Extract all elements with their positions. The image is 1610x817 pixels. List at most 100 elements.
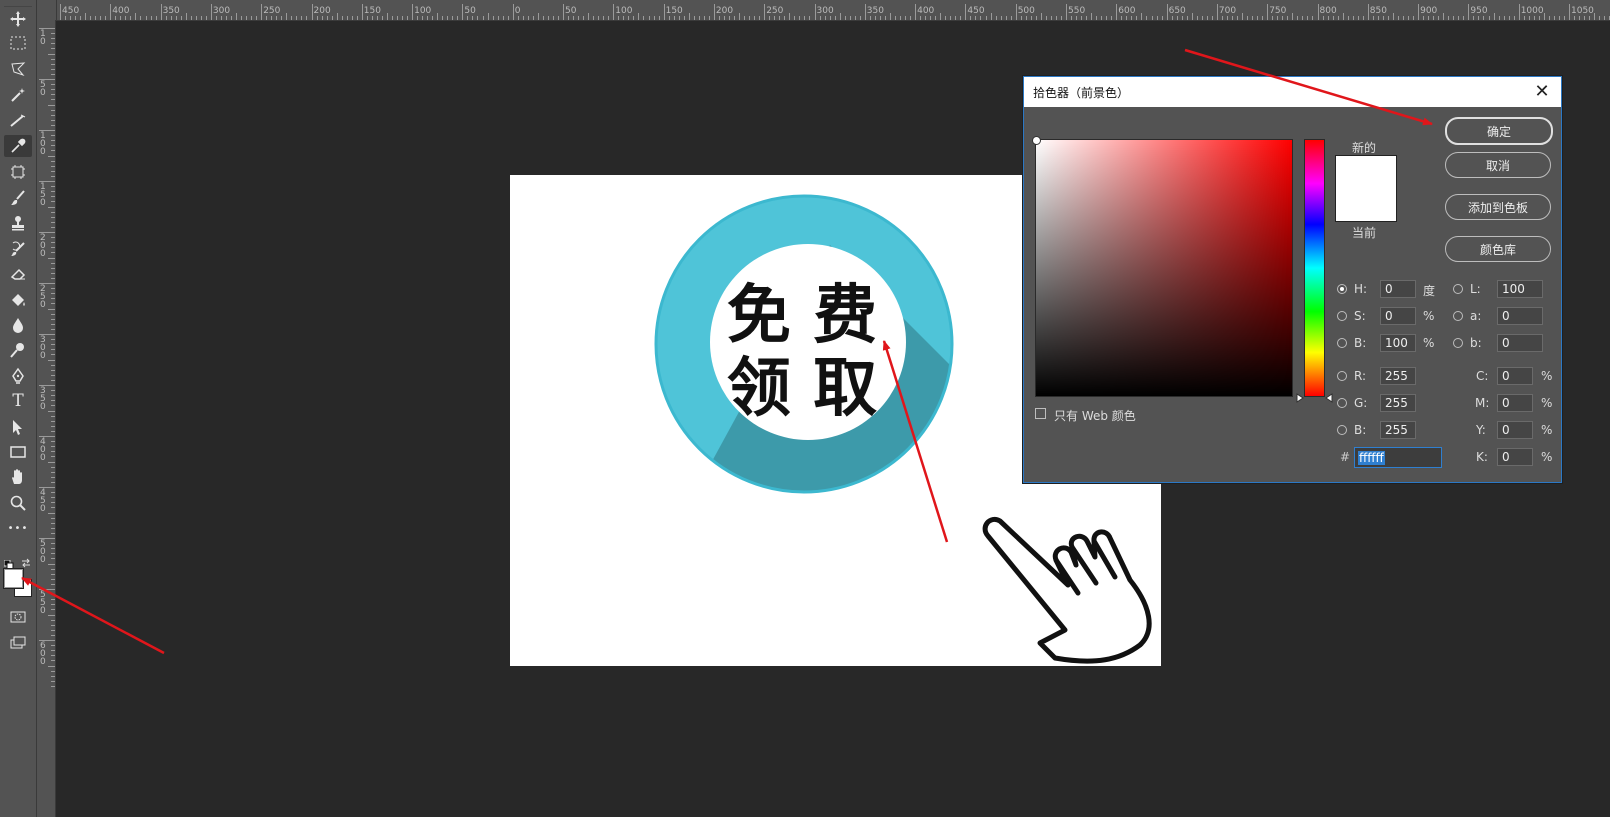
color-field-cursor[interactable] <box>1032 136 1041 145</box>
b-input[interactable]: 100 <box>1380 334 1416 352</box>
ruler-major-tick <box>210 4 212 20</box>
path-selection-icon[interactable] <box>4 416 32 438</box>
ruler-minor-tick <box>175 16 177 20</box>
ruler-minor-tick <box>1382 16 1384 20</box>
ruler-minor-tick <box>1307 16 1309 20</box>
ruler-minor-tick <box>784 16 786 20</box>
ruler-major-tick <box>462 4 464 20</box>
ruler-minor-tick <box>819 16 821 20</box>
ruler-tool-icon[interactable] <box>4 110 32 132</box>
l-label: L: <box>1470 282 1481 296</box>
default-colors-icon[interactable] <box>3 555 14 570</box>
close-icon[interactable]: ✕ <box>1531 81 1553 103</box>
ruler-major-tick <box>1518 4 1520 20</box>
ruler-minor-tick <box>955 16 957 20</box>
ruler-minor-tick <box>120 16 122 20</box>
color-libraries-button[interactable]: 颜色库 <box>1445 236 1551 262</box>
l-input[interactable]: 100 <box>1497 280 1543 298</box>
ruler-minor-tick <box>487 13 489 20</box>
r-input[interactable]: 255 <box>1380 367 1416 385</box>
hue-slider-left-arrow[interactable] <box>1296 388 1304 407</box>
ruler-major-tick <box>1066 4 1067 20</box>
ruler-minor-tick <box>125 16 127 20</box>
blue-radio[interactable] <box>1337 425 1347 435</box>
quick-mask-icon[interactable] <box>4 606 32 628</box>
ruler-minor-tick <box>51 221 55 223</box>
move-tool-icon[interactable] <box>4 8 32 30</box>
ruler-minor-tick <box>1106 16 1108 20</box>
ruler-label: 200 <box>715 6 734 16</box>
h-input[interactable]: 0 <box>1380 280 1416 298</box>
eyedropper-icon[interactable] <box>4 135 32 157</box>
y-unit: % <box>1541 423 1553 437</box>
ruler-minor-tick <box>51 124 55 126</box>
m-input[interactable]: 0 <box>1497 394 1533 412</box>
brush-icon[interactable] <box>4 187 32 209</box>
current-color-swatch[interactable] <box>1335 188 1397 222</box>
blue-input[interactable]: 255 <box>1380 421 1416 439</box>
ruler-minor-tick <box>51 527 55 529</box>
dodge-icon[interactable] <box>4 339 32 361</box>
add-to-swatches-button[interactable]: 添加到色板 <box>1445 194 1551 220</box>
ruler-minor-tick <box>1372 16 1374 20</box>
horizontal-ruler[interactable]: 450 400 350 300 250 200 150 100 50 0 50 100 150 200 25… <box>0 0 1610 21</box>
paint-bucket-icon[interactable] <box>4 289 32 311</box>
dialog-titlebar[interactable]: 拾色器（前景色） ✕ <box>1024 77 1561 107</box>
hue-slider[interactable] <box>1304 139 1325 397</box>
rectangle-icon[interactable] <box>4 441 32 463</box>
cancel-button[interactable]: 取消 <box>1445 152 1551 178</box>
lab-b-radio[interactable] <box>1453 338 1463 348</box>
ok-button[interactable]: 确定 <box>1445 117 1553 145</box>
zoom-icon[interactable] <box>4 492 32 514</box>
type-tool-icon[interactable]: T <box>4 390 32 412</box>
ruler-minor-tick <box>542 16 544 20</box>
ruler-minor-tick <box>960 16 962 20</box>
pen-icon[interactable] <box>4 365 32 387</box>
y-input[interactable]: 0 <box>1497 421 1533 439</box>
ruler-minor-tick <box>48 155 55 157</box>
blur-icon[interactable] <box>4 314 32 336</box>
b-radio[interactable] <box>1337 338 1347 348</box>
swap-colors-icon[interactable] <box>20 554 32 568</box>
h-radio[interactable] <box>1337 284 1347 294</box>
r-radio[interactable] <box>1337 371 1347 381</box>
c-input[interactable]: 0 <box>1497 367 1533 385</box>
lab-b-input[interactable]: 0 <box>1497 334 1543 352</box>
g-input[interactable]: 255 <box>1380 394 1416 412</box>
ruler-minor-tick <box>241 16 243 20</box>
ruler-minor-tick <box>975 16 977 20</box>
tools-panel: T ••• <box>0 0 37 817</box>
hand-icon[interactable] <box>4 466 32 488</box>
ruler-minor-tick <box>51 84 55 86</box>
screen-mode-icon[interactable] <box>4 632 32 654</box>
more-tools-icon[interactable]: ••• <box>4 517 32 539</box>
toolbar-grip[interactable] <box>4 0 32 7</box>
a-radio[interactable] <box>1453 311 1463 321</box>
k-input[interactable]: 0 <box>1497 448 1533 466</box>
marquee-tool-icon[interactable] <box>4 32 32 54</box>
vertical-ruler[interactable]: 1 0 5 0 1 0 0 1 5 0 2 0 0 2 5 0 3 0 0 3 5 0 4 0 … <box>37 20 56 817</box>
ruler-minor-tick <box>51 339 55 341</box>
s-input[interactable]: 0 <box>1380 307 1416 325</box>
l-radio[interactable] <box>1453 284 1463 294</box>
s-radio[interactable] <box>1337 311 1347 321</box>
a-input[interactable]: 0 <box>1497 307 1543 325</box>
saturation-brightness-field[interactable] <box>1032 136 1293 397</box>
frame-tool-icon[interactable] <box>4 161 32 183</box>
lasso-tool-icon[interactable] <box>4 58 32 80</box>
ruler-minor-tick <box>51 237 55 239</box>
eraser-icon[interactable] <box>4 263 32 285</box>
hex-input[interactable]: ffffff <box>1354 447 1442 468</box>
hue-slider-right-arrow[interactable] <box>1325 388 1333 407</box>
g-radio[interactable] <box>1337 398 1347 408</box>
magic-wand-icon[interactable] <box>4 84 32 106</box>
foreground-color-swatch[interactable] <box>4 569 23 588</box>
ruler-origin[interactable] <box>36 0 57 20</box>
stamp-icon[interactable] <box>4 212 32 234</box>
ruler-minor-tick <box>1458 16 1460 20</box>
ruler-minor-tick <box>135 13 137 20</box>
history-brush-icon[interactable] <box>4 238 32 260</box>
web-colors-checkbox[interactable] <box>1035 408 1046 419</box>
ruler-minor-tick <box>507 16 509 20</box>
ruler-minor-tick <box>492 16 494 20</box>
